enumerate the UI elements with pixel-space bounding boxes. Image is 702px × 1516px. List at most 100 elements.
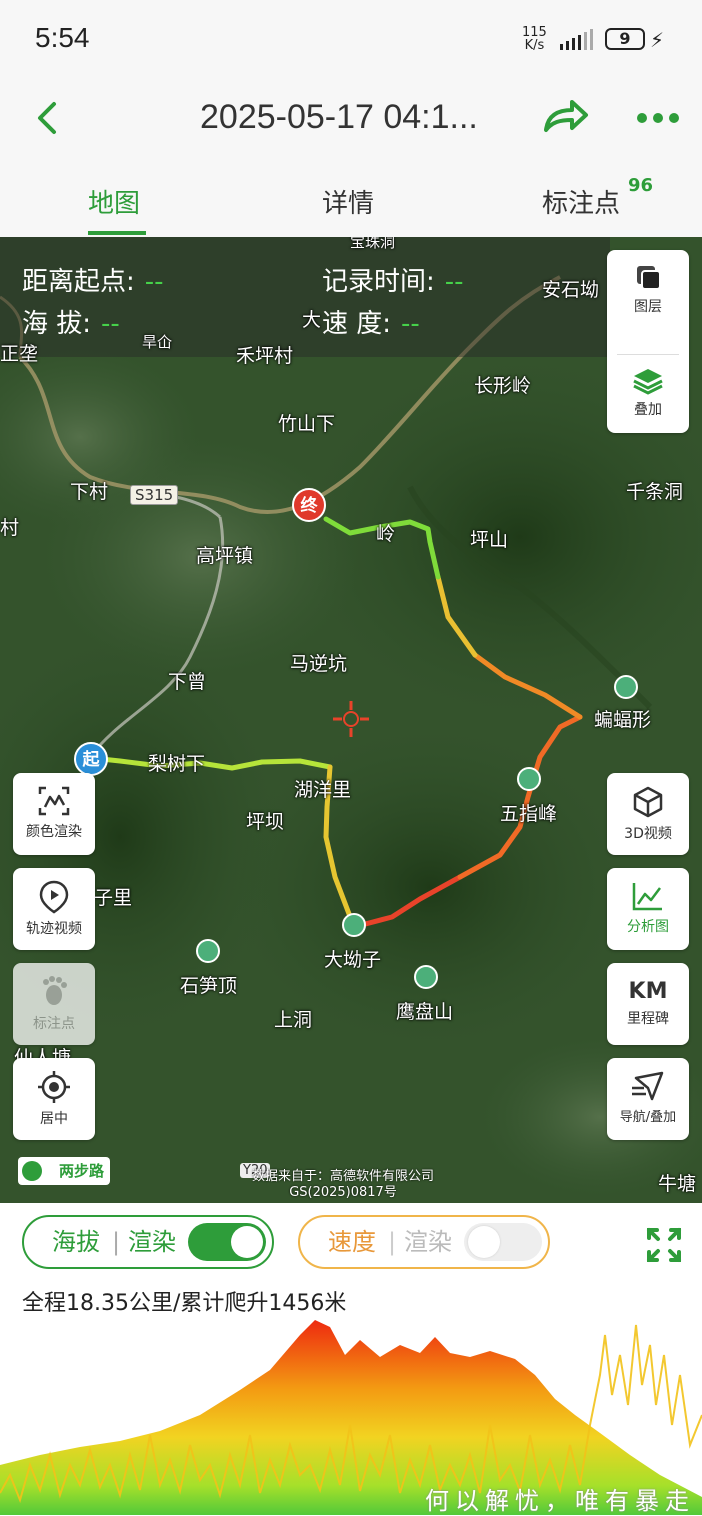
peak-icon[interactable]: [517, 767, 541, 791]
map-label: 牛塘: [658, 1173, 697, 1195]
switch-knob: [468, 1226, 500, 1258]
track-video-label: 轨迹视频: [26, 921, 82, 937]
charging-icon: ⚡: [650, 28, 665, 52]
map-label: 高坪镇: [196, 545, 254, 567]
map-label: 大坳子: [324, 949, 382, 971]
back-arrow-icon[interactable]: [28, 98, 68, 138]
map-label: 马逆坑: [290, 653, 348, 675]
km-icon: KM: [628, 979, 668, 1004]
map-label: 五指峰: [500, 803, 558, 825]
altitude-label: 海拔: [52, 1228, 100, 1256]
active-tab-indicator: [88, 231, 146, 235]
stack-icon: [633, 369, 663, 395]
network-speed-unit: K/s: [524, 38, 545, 53]
watermark: 何以解忧，唯有暴走: [425, 1487, 695, 1515]
attribution-line: GS(2025)0817号: [289, 1185, 397, 1200]
map-label: 正垄: [0, 343, 39, 365]
start-marker[interactable]: 起: [74, 742, 108, 776]
color-render-button[interactable]: 颜色渲染: [13, 773, 95, 855]
overlay-button[interactable]: 叠加: [607, 367, 689, 457]
milestone-label: 里程碑: [627, 1011, 669, 1027]
top-app-bar: 2025-05-17 04:1...: [0, 72, 702, 167]
speed-label: 速度: [328, 1228, 376, 1256]
map-options-panel: 图层 叠加: [607, 250, 689, 433]
map-attribution: 数据来自于：高德软件有限公司 GS(2025)0817号: [252, 1169, 434, 1201]
end-marker[interactable]: 终: [292, 488, 326, 522]
peak-icon[interactable]: [342, 913, 366, 937]
speed-readout: 速 度: --: [322, 303, 420, 340]
status-bar: 5:54 115 K/s 9 ⚡: [0, 0, 702, 72]
layers-label: 图层: [634, 299, 662, 315]
render-label: 渲染: [404, 1228, 452, 1256]
track-video-button[interactable]: 轨迹视频: [13, 868, 95, 950]
peak-icon[interactable]: [614, 675, 638, 699]
switch-knob: [231, 1226, 263, 1258]
speed-render-toggle[interactable]: 速度 | 渲染: [298, 1215, 550, 1269]
fullscreen-icon[interactable]: [646, 1227, 682, 1263]
altitude-render-toggle[interactable]: 海拔 | 渲染: [22, 1215, 274, 1269]
map-view[interactable]: 距离起点: -- 记录时间: -- 海 拔: -- 速 度: -- 宝珠洞 安石坳 正垄…: [0, 237, 702, 1203]
brand-label: 两步路: [58, 1162, 104, 1180]
tab-map[interactable]: 地图: [88, 183, 140, 220]
3d-video-button[interactable]: 3D视频: [607, 773, 689, 855]
peak-icon[interactable]: [414, 965, 438, 989]
speed-switch[interactable]: [464, 1223, 542, 1261]
time-value: --: [444, 267, 464, 297]
track-info-panel: 距离起点: -- 记录时间: -- 海 拔: -- 速 度: --: [0, 237, 610, 357]
map-label: 湖洋里: [294, 779, 352, 801]
markers-count-badge: 96: [628, 175, 654, 196]
markers-label: 标注点: [33, 1016, 75, 1032]
map-label: 石笋顶: [180, 975, 238, 997]
map-label: 坪坝: [246, 811, 285, 833]
3d-video-label: 3D视频: [624, 826, 672, 842]
network-speed: 115 K/s: [522, 26, 547, 52]
signal-icon: [560, 29, 593, 50]
peak-icon[interactable]: [196, 939, 220, 963]
center-label: 居中: [40, 1111, 68, 1127]
track-summary: 全程18.35公里/累计爬升1456米: [22, 1291, 347, 1316]
brand-icon: [22, 1161, 42, 1181]
distance-readout: 距离起点: --: [22, 261, 164, 298]
locate-icon: [38, 1071, 70, 1103]
speed-value: --: [401, 309, 420, 339]
share-icon[interactable]: [540, 94, 590, 138]
separator: |: [112, 1228, 121, 1256]
battery-icon: 9: [605, 28, 645, 50]
center-button[interactable]: 居中: [13, 1058, 95, 1140]
analysis-chart-button[interactable]: 分析图: [607, 868, 689, 950]
chart-icon: [632, 883, 662, 911]
render-label: 渲染: [128, 1228, 176, 1256]
footprint-icon: [43, 976, 67, 1005]
altitude-value: --: [101, 309, 120, 339]
map-label: 下曾: [168, 671, 207, 693]
tab-details[interactable]: 详情: [322, 183, 374, 220]
altitude-label: 海 拔:: [22, 309, 92, 339]
distance-value: --: [144, 267, 164, 297]
color-render-icon: [38, 786, 70, 816]
navigation-overlay-label: 导航/叠加: [619, 1110, 677, 1125]
map-label: 梨树下: [148, 753, 206, 775]
map-label: 蝙蝠形: [594, 709, 652, 731]
map-label: 旱仚: [142, 333, 173, 351]
more-options-icon[interactable]: [636, 108, 680, 128]
tab-bar: 地图 详情 标注点 96: [0, 167, 702, 237]
navigation-overlay-button[interactable]: 导航/叠加: [607, 1058, 689, 1140]
separator: |: [388, 1228, 397, 1256]
map-label: 下村: [70, 481, 109, 503]
time-label: 记录时间:: [322, 267, 435, 297]
milestone-button[interactable]: KM 里程碑: [607, 963, 689, 1045]
altitude-switch[interactable]: [188, 1223, 266, 1261]
map-label: 竹山下: [278, 413, 336, 435]
layers-button[interactable]: 图层: [607, 262, 689, 354]
track-title: 2025-05-17 04:1...: [200, 98, 478, 136]
tab-markers[interactable]: 标注点: [542, 183, 620, 220]
app-brand-logo: 两步路: [18, 1157, 110, 1185]
road-sign: S315: [130, 485, 179, 505]
status-time: 5:54: [35, 22, 90, 53]
overlay-label: 叠加: [634, 402, 662, 418]
map-label: 子里: [94, 887, 133, 909]
map-label: 坪山: [470, 529, 509, 551]
map-label: 岭: [376, 523, 396, 545]
navigation-icon: [632, 1071, 664, 1101]
markers-button[interactable]: 标注点: [13, 963, 95, 1045]
